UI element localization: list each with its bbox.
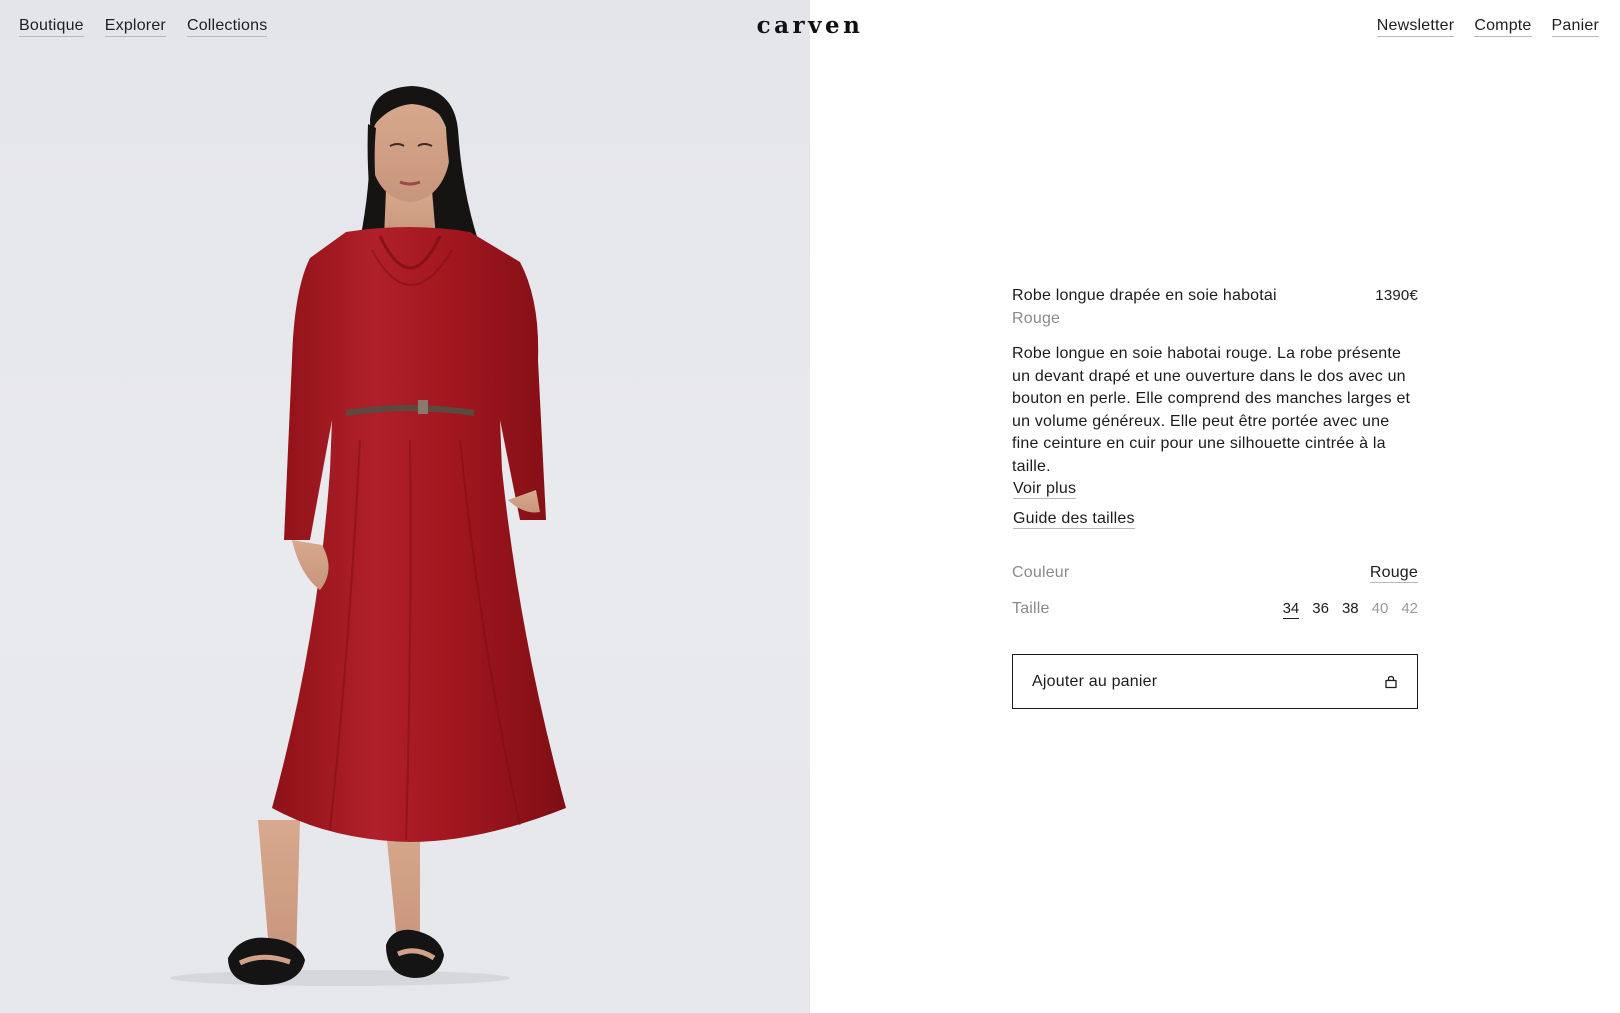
nav-link-boutique[interactable]: Boutique [19,17,84,37]
nav-link-collections[interactable]: Collections [186,17,268,37]
color-row: Couleur Rouge [1012,563,1418,583]
voir-plus-link[interactable]: Voir plus [1013,479,1077,499]
nav-link-compte[interactable]: Compte [1474,17,1532,37]
product-description: Robe longue en soie habotai rouge. La ro… [1012,345,1411,475]
size-options: 34 36 38 40 42 [1282,599,1418,619]
nav-link-explorer[interactable]: Explorer [104,17,166,37]
model-photo-icon [170,86,566,986]
size-option-38[interactable]: 38 [1342,599,1359,619]
product-name: Robe longue drapée en soie habotai [1012,287,1277,304]
primary-nav: Boutique Explorer Collections [19,17,268,37]
brand-logo[interactable]: carven [754,12,866,39]
add-to-cart-button[interactable]: Ajouter au panier [1012,654,1418,709]
size-label: Taille [1012,600,1050,617]
product-price: 1390€ [1375,287,1418,304]
size-option-34[interactable]: 34 [1282,599,1300,619]
size-row: Taille 34 36 38 40 42 [1012,599,1418,619]
color-label: Couleur [1012,564,1070,581]
size-guide-link[interactable]: Guide des tailles [1013,509,1135,529]
product-color-subtitle: Rouge [1012,310,1061,327]
size-option-40[interactable]: 40 [1372,599,1389,619]
add-to-cart-label: Ajouter au panier [1032,672,1158,690]
size-option-36[interactable]: 36 [1312,599,1329,619]
product-image [0,0,810,1013]
product-title-row: Robe longue drapée en soie habotai 1390€ [1012,286,1418,306]
nav-link-newsletter[interactable]: Newsletter [1376,17,1455,37]
account-nav: Newsletter Compte Panier [1376,17,1599,37]
nav-link-panier[interactable]: Panier [1551,17,1599,37]
size-option-42[interactable]: 42 [1401,599,1418,619]
shopping-bag-icon [1385,675,1397,688]
color-selector[interactable]: Rouge [1369,563,1418,583]
site-header: Boutique Explorer Collections carven New… [0,0,1620,54]
product-info: Robe longue drapée en soie habotai 1390€… [1012,286,1418,709]
